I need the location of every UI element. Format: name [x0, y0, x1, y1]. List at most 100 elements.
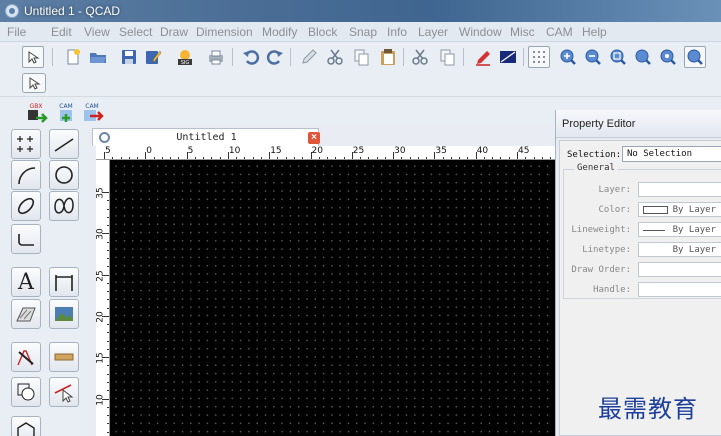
select-pointer-icon[interactable]: [22, 46, 44, 68]
tool-palette: A: [0, 125, 88, 436]
toolbar-separator: [52, 48, 53, 66]
ruler-top-label: 25: [352, 146, 365, 156]
ruler-top-major-tick: [186, 152, 188, 159]
zoom-selection-icon[interactable]: [657, 46, 679, 68]
pen-color-icon[interactable]: [472, 46, 494, 68]
circle-tool-icon[interactable]: [49, 160, 79, 190]
property-editor-title: Property Editor: [562, 118, 636, 130]
menu-layer[interactable]: Layer: [418, 25, 448, 39]
zoom-out-icon[interactable]: [582, 46, 604, 68]
menu-block[interactable]: Block: [308, 25, 337, 39]
menu-misc[interactable]: Misc: [510, 25, 535, 39]
menu-dimension[interactable]: Dimension: [196, 25, 253, 39]
undo-icon[interactable]: [240, 46, 262, 68]
export-gbx-icon[interactable]: GBX: [24, 100, 48, 124]
menu-info[interactable]: Info: [387, 25, 407, 39]
grid-toggle-icon[interactable]: [528, 46, 550, 68]
qcad-app-icon[interactable]: [5, 4, 19, 18]
ruler-top-label: 20: [311, 146, 323, 156]
zoom-previous-icon[interactable]: [632, 46, 654, 68]
arc-tool-icon[interactable]: [11, 160, 41, 190]
menu-view[interactable]: View: [84, 25, 110, 39]
open-folder-icon[interactable]: [87, 46, 109, 68]
cam-configure-icon[interactable]: CAM: [80, 100, 104, 124]
window-title: Untitled 1 - QCAD: [24, 4, 121, 18]
options-toolbar: [0, 71, 721, 97]
save-icon[interactable]: [118, 46, 140, 68]
ruler-top-label: 45: [518, 146, 530, 156]
ruler-left-label: 10: [96, 393, 106, 406]
dimension-tool-icon[interactable]: [49, 267, 79, 297]
ruler-top-major-tick: [227, 152, 229, 159]
linetype-dropdown[interactable]: By Layer: [638, 242, 721, 257]
toolbar-separator: [403, 48, 404, 66]
ruler-top-major-tick: [434, 152, 436, 159]
image-tool-icon[interactable]: [49, 299, 79, 329]
ruler-left-major-tick: [102, 233, 109, 235]
title-bar: Untitled 1 - QCAD: [0, 0, 721, 22]
menu-edit[interactable]: Edit: [51, 25, 72, 39]
line-tool-icon[interactable]: [49, 129, 79, 159]
cam-configure-label: CAM: [85, 103, 98, 110]
qcad-window: Untitled 1 - QCAD File Edit View Select …: [0, 0, 721, 436]
general-group-title: General: [574, 163, 618, 173]
polyline-tool-icon[interactable]: [11, 224, 41, 254]
measure-tool-icon[interactable]: [49, 342, 79, 372]
linetype-label: Linetype:: [582, 245, 631, 255]
menu-window[interactable]: Window: [459, 25, 502, 39]
new-file-icon[interactable]: [62, 46, 84, 68]
drawing-canvas[interactable]: [110, 160, 555, 436]
text-tool-icon[interactable]: A: [11, 267, 41, 297]
selection-dropdown[interactable]: No Selection: [622, 146, 721, 162]
redo-icon[interactable]: [264, 46, 286, 68]
close-tab-icon[interactable]: ×: [308, 132, 320, 144]
menu-cam[interactable]: CAM: [546, 25, 573, 39]
copy-icon[interactable]: [350, 46, 372, 68]
cam-export-icon[interactable]: CAM: [54, 100, 78, 124]
document-tab-title: Untitled 1: [176, 132, 237, 143]
ruler-top-major-tick: [310, 152, 312, 159]
menu-help[interactable]: Help: [582, 25, 607, 39]
ruler-left-major-tick: [102, 192, 109, 193]
export-gbx-label: GBX: [30, 103, 43, 110]
menu-snap[interactable]: Snap: [349, 25, 377, 39]
print-icon[interactable]: [205, 46, 227, 68]
ellipse-tool-icon[interactable]: [11, 191, 41, 221]
ruler-top-major-tick: [269, 152, 271, 159]
paste-icon[interactable]: [377, 46, 399, 68]
line-style-icon[interactable]: [497, 46, 519, 68]
toolbar-separator: [523, 48, 524, 66]
selection-mode-pointer-icon[interactable]: [22, 73, 46, 93]
select-tool-icon[interactable]: [49, 377, 79, 407]
ruler-top-label: 10: [228, 146, 241, 156]
signature-icon[interactable]: SIG: [174, 46, 196, 68]
cut-icon[interactable]: [324, 46, 346, 68]
copy-with-reference-icon[interactable]: [436, 46, 458, 68]
menu-file[interactable]: File: [7, 25, 26, 39]
spline-tool-icon[interactable]: [49, 191, 79, 221]
menu-draw[interactable]: Draw: [160, 25, 188, 39]
ruler-left-label: 15: [96, 352, 106, 364]
lineweight-dropdown[interactable]: By Layer: [638, 222, 721, 237]
property-editor-header: Property Editor: [556, 110, 721, 138]
zoom-auto-icon[interactable]: [607, 46, 629, 68]
hatch-tool-icon[interactable]: [11, 299, 41, 329]
ruler-top-label: 15: [270, 146, 282, 156]
block-tool-icon[interactable]: [11, 377, 41, 407]
ruler-top-label: 40: [476, 146, 489, 156]
document-tab[interactable]: Untitled 1 ×: [92, 128, 320, 146]
ruler-top-label: 30: [394, 146, 406, 156]
cut-with-reference-icon[interactable]: [409, 46, 431, 68]
menu-modify[interactable]: Modify: [262, 25, 297, 39]
point-tool-icon[interactable]: [11, 129, 41, 159]
selection-value: No Selection: [627, 149, 693, 159]
color-dropdown[interactable]: By Layer: [638, 202, 721, 217]
zoom-window-icon[interactable]: [684, 46, 706, 68]
3d-tool-icon[interactable]: [11, 416, 41, 436]
watermark-text: 最需教育: [598, 395, 698, 423]
save-as-icon[interactable]: [142, 46, 164, 68]
menu-select[interactable]: Select: [119, 25, 152, 39]
pencil-icon[interactable]: [298, 46, 320, 68]
zoom-in-icon[interactable]: [557, 46, 579, 68]
draw-tools-icon[interactable]: [11, 342, 41, 372]
